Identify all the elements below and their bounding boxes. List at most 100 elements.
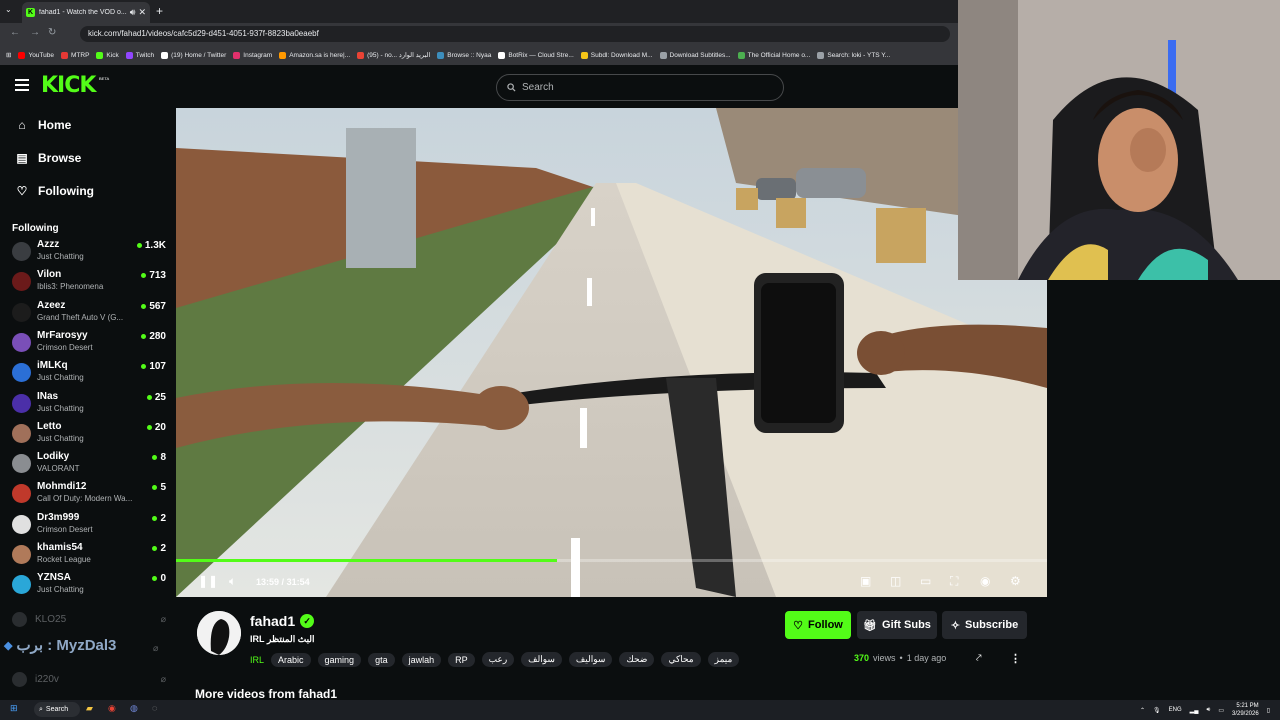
browser-tab[interactable]: K fahad1 - Watch the VOD o... 🔊︎ ✕ bbox=[22, 2, 150, 23]
sidebar-channel[interactable]: Mohmdi12 Call Of Duty: Modern Wa... 5 bbox=[12, 481, 166, 509]
view-count: 370 bbox=[854, 653, 870, 663]
clip-icon[interactable]: ▣ bbox=[860, 574, 871, 588]
menu-icon[interactable] bbox=[15, 79, 29, 94]
back-icon[interactable]: ← bbox=[10, 27, 20, 38]
live-dot-icon bbox=[141, 333, 147, 339]
avatar bbox=[12, 575, 31, 595]
sidebar-channel[interactable]: Vilon Iblis3: Phenomena 713 bbox=[12, 269, 166, 297]
bookmark-item[interactable]: Subdl: Download M... bbox=[580, 51, 653, 59]
tag-chip[interactable]: Arabic bbox=[271, 652, 311, 667]
tag-chip[interactable]: رعب bbox=[481, 652, 515, 667]
bookmark-favicon-icon bbox=[659, 51, 667, 59]
tag-chip[interactable]: RP bbox=[448, 652, 475, 667]
chrome-icon[interactable]: ◉ bbox=[108, 703, 116, 714]
tab-close-icon[interactable]: ✕ bbox=[138, 7, 146, 18]
bookmark-item[interactable]: Instagram bbox=[233, 51, 272, 59]
more-options-icon[interactable]: ⋮ bbox=[1010, 652, 1021, 665]
forward-icon[interactable]: → bbox=[30, 27, 40, 38]
sidebar-channel[interactable]: Azzz Just Chatting 1.3K bbox=[12, 239, 166, 267]
lang-indicator[interactable]: ENG bbox=[1169, 707, 1182, 713]
url-field[interactable]: kick.com/fahad1/videos/cafc5d29-d451-405… bbox=[80, 26, 950, 42]
sidebar-channel-offline[interactable]: i220v ⌀ bbox=[12, 669, 166, 689]
viewer-count-value: 1.3K bbox=[144, 240, 166, 251]
more-videos-heading: More videos from fahad1 bbox=[195, 687, 338, 701]
sidebar-channel[interactable]: YZNSA Just Chatting 0 bbox=[12, 572, 166, 600]
volume-icon[interactable]: 🔈︎ bbox=[229, 574, 236, 589]
nav-browse[interactable]: ▤ Browse bbox=[16, 151, 81, 165]
tag-chip[interactable]: سواليف bbox=[568, 652, 613, 667]
bookmark-item[interactable]: (19) Home / Twitter bbox=[161, 51, 226, 59]
channel-name: i220v bbox=[35, 673, 59, 685]
fullscreen-icon[interactable]: ⛶ bbox=[950, 574, 958, 589]
bookmark-item[interactable]: YouTube bbox=[18, 51, 54, 59]
sidebar-channel[interactable]: Lodiky VALORANT 8 bbox=[12, 451, 166, 479]
battery-icon[interactable]: ▭ bbox=[1218, 707, 1224, 714]
file-explorer-icon[interactable]: ▰ bbox=[86, 703, 93, 714]
sidebar-channel[interactable]: MrFarosyy Crimson Desert 280 bbox=[12, 330, 166, 358]
tab-search-icon[interactable]: ⌄ bbox=[5, 5, 12, 14]
clock[interactable]: 5:21 PM 3/29/2026 bbox=[1232, 702, 1259, 718]
bookmark-item[interactable]: MTRP bbox=[61, 51, 89, 59]
pause-icon[interactable]: ❚❚ bbox=[198, 574, 218, 588]
tag-chip[interactable]: محاكي bbox=[661, 652, 701, 667]
clock-date: 3/29/2026 bbox=[1231, 711, 1259, 717]
kick-logo[interactable]: KICK bbox=[41, 73, 96, 98]
channel-name: iMLKq bbox=[37, 360, 68, 372]
video-frame bbox=[176, 108, 1047, 597]
bookmark-item[interactable]: Search: loki - YTS Y... bbox=[817, 51, 890, 59]
tag-chip[interactable]: ميمز bbox=[707, 652, 740, 667]
avatar bbox=[12, 671, 27, 687]
sidebar-channel-offline[interactable]: KLO25 ⌀ bbox=[12, 609, 166, 629]
channel-avatar[interactable] bbox=[197, 611, 241, 655]
category-link[interactable]: IRL bbox=[250, 655, 264, 665]
playback-speed-icon[interactable]: ◉ bbox=[980, 574, 990, 588]
tag-chip[interactable]: jawlah bbox=[401, 652, 442, 667]
new-tab-button[interactable]: + bbox=[156, 4, 163, 18]
app-icon[interactable]: ◌ bbox=[152, 703, 157, 713]
gift-subs-button[interactable]: 🎁︎ Gift Subs bbox=[857, 611, 937, 639]
windows-start-icon[interactable]: ⊞ bbox=[10, 703, 18, 714]
bookmark-item[interactable]: Kick bbox=[96, 51, 119, 59]
pip-icon[interactable]: ◫ bbox=[890, 574, 901, 588]
reload-icon[interactable]: ↻ bbox=[48, 27, 56, 38]
audio-icon[interactable]: 🔊︎ bbox=[130, 7, 136, 18]
bookmark-item[interactable]: BotRix — Cloud Stre... bbox=[498, 51, 574, 59]
mic-icon[interactable]: 🎙︎ bbox=[1153, 707, 1161, 714]
bookmark-item[interactable]: Download Subtitles... bbox=[659, 51, 731, 59]
sidebar-channel[interactable]: iMLKq Just Chatting 107 bbox=[12, 360, 166, 388]
nav-following[interactable]: ♡ Following bbox=[16, 184, 94, 198]
network-icon[interactable]: ▂▄ bbox=[1190, 707, 1199, 714]
share-icon[interactable]: ⤤ bbox=[976, 653, 982, 664]
bookmark-item[interactable]: Browse :: Nyaa bbox=[437, 51, 491, 59]
video-player[interactable] bbox=[176, 108, 1047, 597]
tag-chip[interactable]: ضحك bbox=[619, 652, 655, 667]
settings-gear-icon[interactable]: ⚙ bbox=[1010, 574, 1021, 588]
theater-mode-icon[interactable]: ▭ bbox=[920, 574, 931, 588]
bookmark-item[interactable]: (95) - no... البريد الوارد bbox=[357, 51, 430, 59]
sidebar-channel[interactable]: Dr3m999 Crimson Desert 2 bbox=[12, 512, 166, 540]
tray-chevron-icon[interactable]: ⌃ bbox=[1140, 707, 1145, 714]
progress-bar[interactable] bbox=[176, 559, 1047, 562]
bookmark-item[interactable]: Amazon.sa is here|... bbox=[279, 51, 350, 59]
sidebar-channel[interactable]: INas Just Chatting 25 bbox=[12, 391, 166, 419]
bookmark-item[interactable]: The Official Home o... bbox=[737, 51, 810, 59]
sidebar-channel[interactable]: khamis54 Rocket League 2 bbox=[12, 542, 166, 570]
discord-icon[interactable]: ◍ bbox=[130, 703, 138, 714]
taskbar-search[interactable]: ⌕ Search bbox=[34, 702, 80, 717]
follow-button[interactable]: ♡ Follow bbox=[785, 611, 851, 639]
subscribe-button[interactable]: ✧ Subscribe bbox=[942, 611, 1027, 639]
search-icon: ⌕ bbox=[39, 705, 43, 713]
speaker-icon[interactable]: 🔊︎ bbox=[1207, 707, 1211, 714]
nav-home[interactable]: ⌂ Home bbox=[16, 118, 71, 132]
tag-chip[interactable]: gaming bbox=[317, 652, 362, 667]
tag-chip[interactable]: gta bbox=[368, 652, 395, 667]
bookmark-item[interactable]: Twitch bbox=[125, 51, 154, 59]
search-input[interactable]: Search bbox=[496, 74, 784, 101]
channel-name[interactable]: fahad1 ✓ bbox=[250, 613, 315, 629]
sidebar-channel[interactable]: Letto Just Chatting 20 bbox=[12, 421, 166, 449]
notification-icon[interactable]: ▯ bbox=[1267, 707, 1270, 714]
tag-chip[interactable]: سوالف bbox=[521, 652, 562, 667]
sidebar-channel[interactable]: Azeez Grand Theft Auto V (G... 567 bbox=[12, 300, 166, 328]
apps-icon[interactable]: ⊞ bbox=[6, 51, 11, 59]
channel-category: Grand Theft Auto V (G... bbox=[37, 312, 124, 322]
